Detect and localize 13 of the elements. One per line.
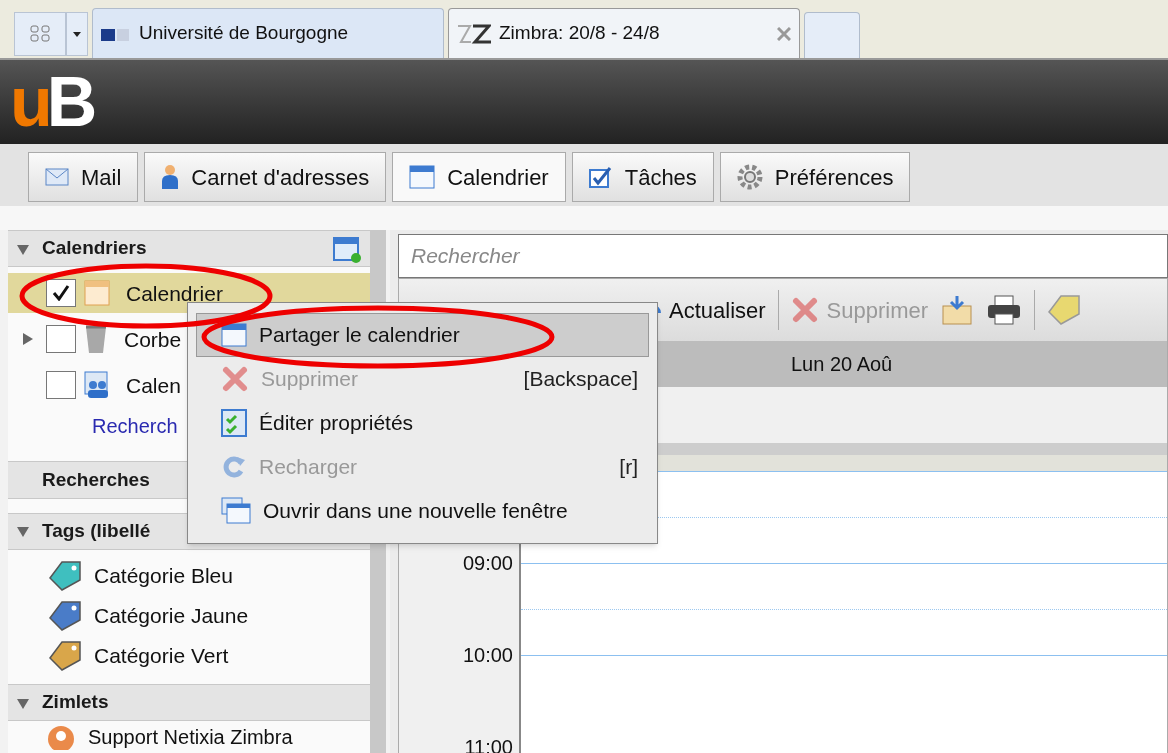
section-title: Zimlets <box>42 690 109 715</box>
calendar-name: Calen <box>126 372 181 399</box>
section-title: Calendriers <box>42 236 147 261</box>
calendar-name: Corbe <box>124 326 182 353</box>
hour-label: 09:00 <box>462 551 513 575</box>
section-title: Recherches <box>42 467 150 492</box>
section-title: Tags (libellé <box>42 519 151 543</box>
logo: uB <box>10 67 92 137</box>
tab-title: Université de Bourgogne <box>139 21 350 46</box>
calendar-name: Calendrier <box>126 280 223 307</box>
hour-label: 10:00 <box>462 643 513 667</box>
tab-title: Zimbra: 20/8 - 24/8 <box>499 21 661 46</box>
shortcut-label: [r] <box>619 454 638 481</box>
